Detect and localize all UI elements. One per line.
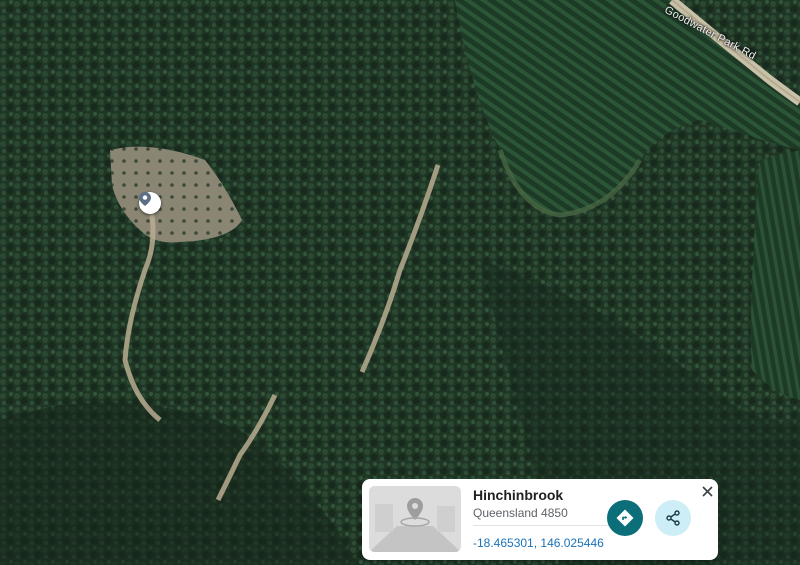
place-title: Hinchinbrook bbox=[473, 487, 564, 503]
place-info-card: Hinchinbrook Queensland 4850 -18.465301,… bbox=[362, 479, 718, 560]
close-button[interactable] bbox=[698, 482, 716, 500]
location-pin-icon[interactable] bbox=[139, 192, 161, 214]
place-subtitle: Queensland 4850 bbox=[473, 506, 568, 520]
directions-icon bbox=[616, 509, 634, 527]
coordinates-text[interactable]: -18.465301, 146.025446 bbox=[473, 536, 604, 550]
close-icon bbox=[701, 485, 713, 497]
share-icon bbox=[666, 510, 680, 526]
directions-button[interactable] bbox=[607, 500, 643, 536]
street-view-placeholder-icon[interactable] bbox=[369, 486, 461, 552]
share-button[interactable] bbox=[655, 500, 691, 536]
divider bbox=[473, 525, 609, 526]
